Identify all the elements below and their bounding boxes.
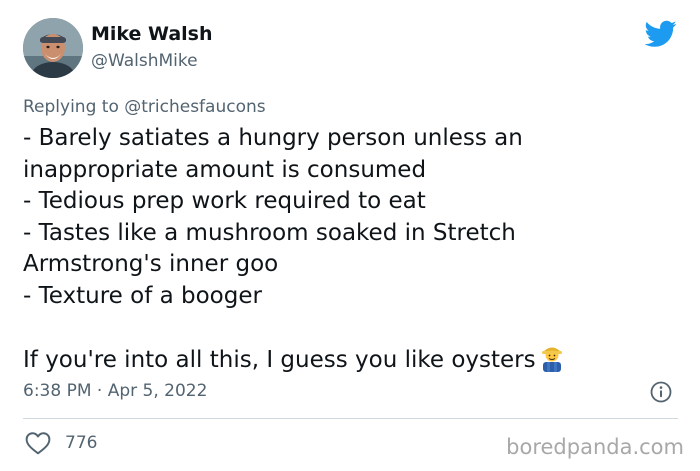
tweet-closing-text: If you're into all this, I guess you lik…: [23, 346, 536, 373]
divider: [23, 418, 678, 419]
like-count: 776: [65, 433, 98, 453]
avatar[interactable]: [23, 18, 83, 78]
twitter-bird-icon[interactable]: [644, 20, 677, 48]
tweet-text: - Barely satiates a hungry person unless…: [23, 123, 683, 375]
replying-to-label[interactable]: Replying to @trichesfaucons: [23, 96, 266, 118]
user-handle[interactable]: @WalshMike: [91, 50, 198, 72]
display-name[interactable]: Mike Walsh: [91, 22, 213, 46]
tweet-line: - Tedious prep work required to eat: [23, 188, 426, 214]
watermark: boredpanda.com: [506, 435, 684, 459]
heart-icon[interactable]: [25, 431, 51, 455]
tweet-card: Mike Walsh @WalshMike Replying to @trich…: [0, 0, 700, 471]
like-action[interactable]: 776: [25, 431, 97, 455]
tweet-timestamp[interactable]: 6:38 PM · Apr 5, 2022: [23, 380, 207, 402]
man-farmer-emoji: [538, 344, 566, 372]
info-icon[interactable]: [650, 381, 672, 403]
tweet-line: - Texture of a booger: [23, 282, 262, 309]
tweet-line: inappropriate amount is consumed: [23, 156, 427, 183]
tweet-line: - Tastes like a mushroom soaked in Stret…: [23, 219, 516, 246]
tweet-line: Armstrong's inner goo: [23, 251, 279, 277]
tweet-closing-line: If you're into all this, I guess you lik…: [23, 344, 683, 376]
tweet-line: - Barely satiates a hungry person unless…: [23, 125, 523, 151]
